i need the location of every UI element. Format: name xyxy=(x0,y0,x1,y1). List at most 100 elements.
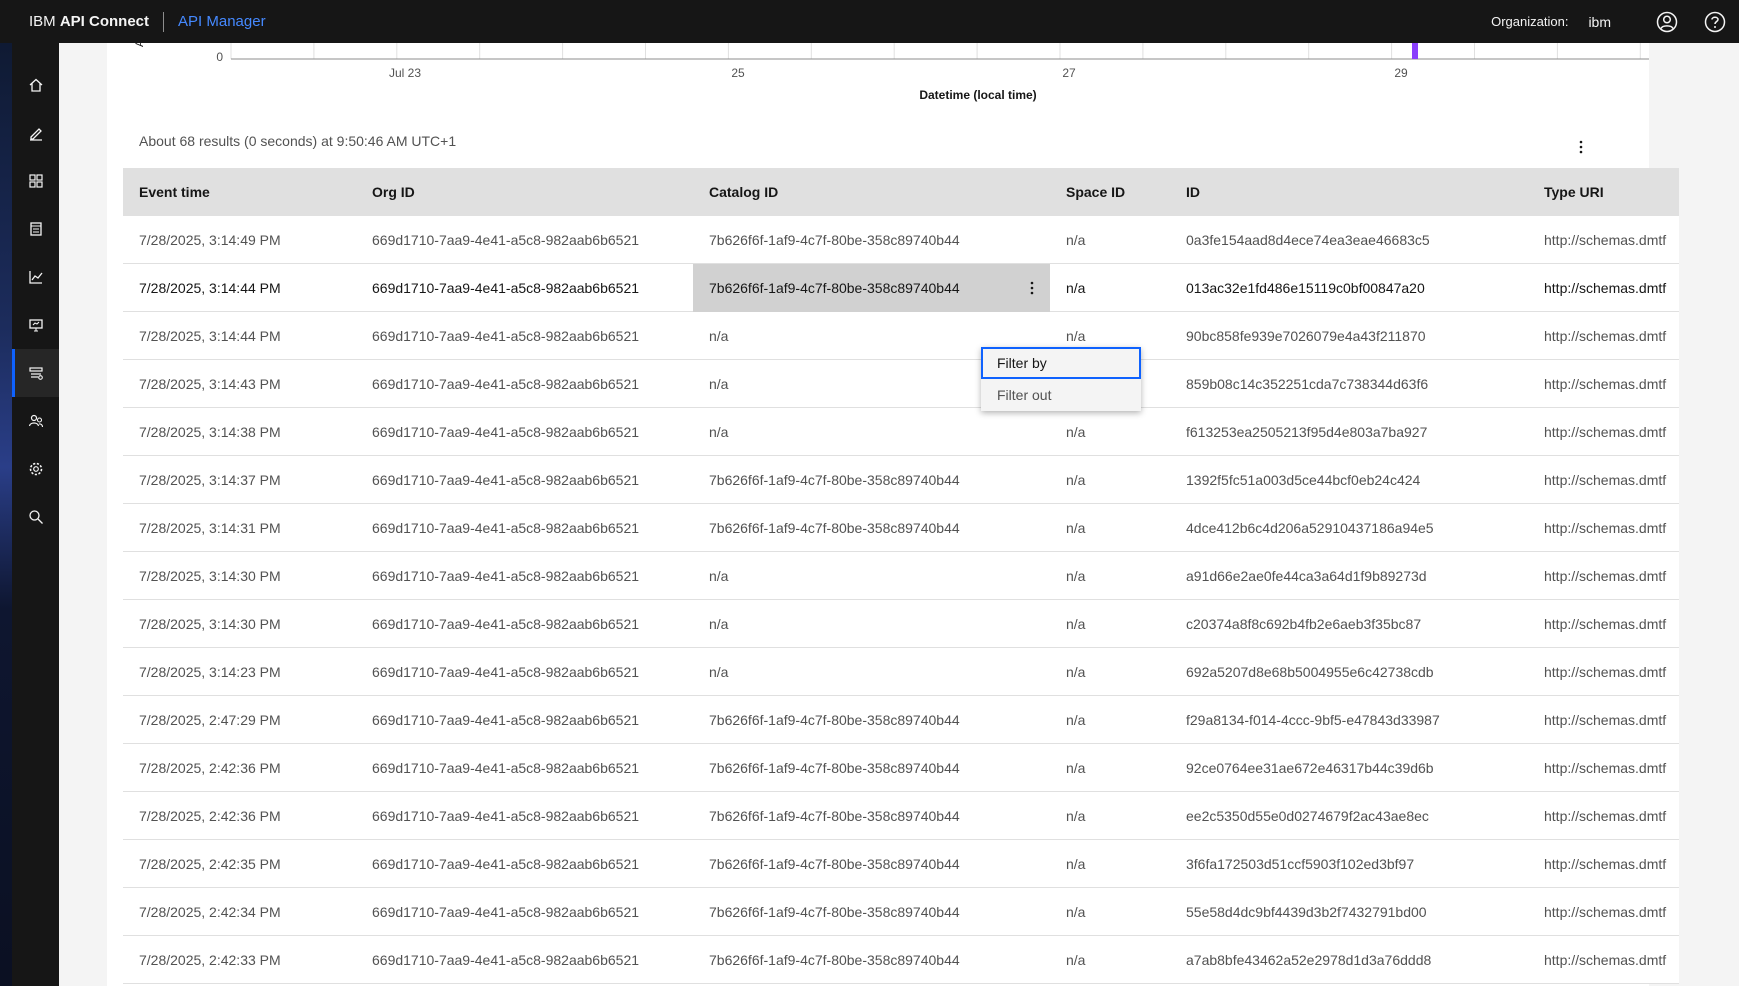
space-id-cell[interactable]: n/a xyxy=(1050,456,1170,504)
event-time-cell[interactable]: 7/28/2025, 3:14:31 PM xyxy=(123,504,356,552)
org-id-cell[interactable]: 669d1710-7aa9-4e41-a5c8-982aab6b6521 xyxy=(356,600,693,648)
product-name[interactable]: API Manager xyxy=(178,13,266,30)
table-row[interactable]: 7/28/2025, 2:42:36 PM 669d1710-7aa9-4e41-… xyxy=(123,792,1679,840)
id-cell[interactable]: a7ab8bfe43462a52e2978d1d3a76ddd8 xyxy=(1170,936,1528,984)
table-row[interactable]: 7/28/2025, 3:14:38 PM 669d1710-7aa9-4e41-… xyxy=(123,408,1679,456)
type-uri-cell[interactable]: http://schemas.dmtf xyxy=(1528,936,1679,984)
brand-logo[interactable]: IBM API Connect xyxy=(29,13,149,30)
column-header-org-id[interactable]: Org ID xyxy=(356,184,693,200)
id-cell[interactable]: 92ce0764ee31ae672e46317b44c39d6b xyxy=(1170,744,1528,792)
event-time-cell[interactable]: 7/28/2025, 3:14:23 PM xyxy=(123,648,356,696)
catalog-id-cell[interactable]: 7b626f6f-1af9-4c7f-80be-358c89740b44 xyxy=(693,456,1050,504)
org-switcher[interactable]: ibm xyxy=(1588,14,1611,30)
catalog-id-cell[interactable]: 7b626f6f-1af9-4c7f-80be-358c89740b44 xyxy=(693,504,1050,552)
org-id-cell[interactable]: 669d1710-7aa9-4e41-a5c8-982aab6b6521 xyxy=(356,648,693,696)
type-uri-cell[interactable]: http://schemas.dmtf xyxy=(1528,696,1679,744)
type-uri-cell[interactable]: http://schemas.dmtf xyxy=(1528,840,1679,888)
org-id-cell[interactable]: 669d1710-7aa9-4e41-a5c8-982aab6b6521 xyxy=(356,696,693,744)
org-id-cell[interactable]: 669d1710-7aa9-4e41-a5c8-982aab6b6521 xyxy=(356,456,693,504)
cell-overflow-menu-icon[interactable] xyxy=(1014,270,1050,306)
org-id-cell[interactable]: 669d1710-7aa9-4e41-a5c8-982aab6b6521 xyxy=(356,360,693,408)
event-time-cell[interactable]: 7/28/2025, 3:14:49 PM xyxy=(123,216,356,264)
id-cell[interactable]: 1392f5fc51a003d5ce44bcf0eb24c424 xyxy=(1170,456,1528,504)
filter-out-menu-item[interactable]: Filter out xyxy=(981,379,1141,411)
type-uri-cell[interactable]: http://schemas.dmtf xyxy=(1528,312,1679,360)
type-uri-cell[interactable]: http://schemas.dmtf xyxy=(1528,888,1679,936)
space-id-cell[interactable]: n/a xyxy=(1050,744,1170,792)
id-cell[interactable]: f613253ea2505213f95d4e803a7ba927 xyxy=(1170,408,1528,456)
org-id-cell[interactable]: 669d1710-7aa9-4e41-a5c8-982aab6b6521 xyxy=(356,312,693,360)
type-uri-cell[interactable]: http://schemas.dmtf xyxy=(1528,360,1679,408)
table-row[interactable]: 7/28/2025, 3:14:43 PM 669d1710-7aa9-4e41-… xyxy=(123,360,1679,408)
org-id-cell[interactable]: 669d1710-7aa9-4e41-a5c8-982aab6b6521 xyxy=(356,936,693,984)
id-cell[interactable]: 013ac32e1fd486e15119c0bf00847a20 xyxy=(1170,264,1528,312)
monitor-icon[interactable] xyxy=(12,301,59,349)
type-uri-cell[interactable]: http://schemas.dmtf xyxy=(1528,264,1679,312)
space-id-cell[interactable]: n/a xyxy=(1050,552,1170,600)
type-uri-cell[interactable]: http://schemas.dmtf xyxy=(1528,648,1679,696)
catalog-id-cell[interactable]: n/a xyxy=(693,600,1050,648)
event-time-cell[interactable]: 7/28/2025, 2:42:36 PM xyxy=(123,744,356,792)
org-id-cell[interactable]: 669d1710-7aa9-4e41-a5c8-982aab6b6521 xyxy=(356,264,693,312)
event-time-cell[interactable]: 7/28/2025, 2:42:33 PM xyxy=(123,936,356,984)
id-cell[interactable]: f29a8134-f014-4ccc-9bf5-e47843d33987 xyxy=(1170,696,1528,744)
id-cell[interactable]: ee2c5350d55e0d0274679f2ac43ae8ec xyxy=(1170,792,1528,840)
catalog-id-cell[interactable]: 7b626f6f-1af9-4c7f-80be-358c89740b44 xyxy=(693,936,1050,984)
event-time-cell[interactable]: 7/28/2025, 3:14:30 PM xyxy=(123,552,356,600)
catalog-id-cell[interactable]: 7b626f6f-1af9-4c7f-80be-358c89740b44 xyxy=(693,696,1050,744)
space-id-cell[interactable]: n/a xyxy=(1050,408,1170,456)
column-header-id[interactable]: ID xyxy=(1170,184,1528,200)
space-id-cell[interactable]: n/a xyxy=(1050,600,1170,648)
table-row[interactable]: 7/28/2025, 2:47:29 PM 669d1710-7aa9-4e41-… xyxy=(123,696,1679,744)
org-id-cell[interactable]: 669d1710-7aa9-4e41-a5c8-982aab6b6521 xyxy=(356,792,693,840)
table-row[interactable]: 7/28/2025, 3:14:44 PM 669d1710-7aa9-4e41-… xyxy=(123,312,1679,360)
id-cell[interactable]: 692a5207d8e68b5004955e6c42738cdb xyxy=(1170,648,1528,696)
table-overflow-menu-icon[interactable] xyxy=(1565,131,1597,163)
column-header-event-time[interactable]: Event time xyxy=(123,184,356,200)
table-row[interactable]: 7/28/2025, 3:14:30 PM 669d1710-7aa9-4e41-… xyxy=(123,552,1679,600)
org-id-cell[interactable]: 669d1710-7aa9-4e41-a5c8-982aab6b6521 xyxy=(356,552,693,600)
id-cell[interactable]: 3f6fa172503d51ccf5903f102ed3bf97 xyxy=(1170,840,1528,888)
catalog-id-cell[interactable]: 7b626f6f-1af9-4c7f-80be-358c89740b44 xyxy=(693,744,1050,792)
table-row[interactable]: 7/28/2025, 2:42:33 PM 669d1710-7aa9-4e41-… xyxy=(123,936,1679,984)
org-id-cell[interactable]: 669d1710-7aa9-4e41-a5c8-982aab6b6521 xyxy=(356,744,693,792)
table-row[interactable]: 7/28/2025, 3:14:23 PM 669d1710-7aa9-4e41-… xyxy=(123,648,1679,696)
space-id-cell[interactable]: n/a xyxy=(1050,648,1170,696)
event-time-cell[interactable]: 7/28/2025, 2:42:35 PM xyxy=(123,840,356,888)
space-id-cell[interactable]: n/a xyxy=(1050,696,1170,744)
type-uri-cell[interactable]: http://schemas.dmtf xyxy=(1528,456,1679,504)
org-id-cell[interactable]: 669d1710-7aa9-4e41-a5c8-982aab6b6521 xyxy=(356,888,693,936)
catalog-icon[interactable] xyxy=(12,205,59,253)
space-id-cell[interactable]: n/a xyxy=(1050,888,1170,936)
column-header-type-uri[interactable]: Type URI xyxy=(1528,184,1679,200)
event-time-cell[interactable]: 7/28/2025, 2:42:36 PM xyxy=(123,792,356,840)
filter-by-menu-item[interactable]: Filter by xyxy=(981,347,1141,379)
catalog-id-cell[interactable]: 7b626f6f-1af9-4c7f-80be-358c89740b44 xyxy=(693,888,1050,936)
catalog-id-cell[interactable]: 7b626f6f-1af9-4c7f-80be-358c89740b44 xyxy=(693,792,1050,840)
table-row[interactable]: 7/28/2025, 3:14:30 PM 669d1710-7aa9-4e41-… xyxy=(123,600,1679,648)
table-row[interactable]: 7/28/2025, 3:14:31 PM 669d1710-7aa9-4e41-… xyxy=(123,504,1679,552)
id-cell[interactable]: 0a3fe154aad8d4ece74ea3eae46683c5 xyxy=(1170,216,1528,264)
help-icon[interactable] xyxy=(1691,0,1739,43)
event-time-cell[interactable]: 7/28/2025, 3:14:30 PM xyxy=(123,600,356,648)
space-id-cell[interactable]: n/a xyxy=(1050,840,1170,888)
catalog-id-cell[interactable]: n/a xyxy=(693,552,1050,600)
org-id-cell[interactable]: 669d1710-7aa9-4e41-a5c8-982aab6b6521 xyxy=(356,216,693,264)
id-cell[interactable]: 859b08c14c352251cda7c738344d63f6 xyxy=(1170,360,1528,408)
event-time-cell[interactable]: 7/28/2025, 3:14:38 PM xyxy=(123,408,356,456)
table-row[interactable]: 7/28/2025, 3:14:49 PM 669d1710-7aa9-4e41-… xyxy=(123,216,1679,264)
space-id-cell[interactable]: n/a xyxy=(1050,792,1170,840)
catalog-id-cell[interactable]: n/a xyxy=(693,408,1050,456)
org-id-cell[interactable]: 669d1710-7aa9-4e41-a5c8-982aab6b6521 xyxy=(356,408,693,456)
type-uri-cell[interactable]: http://schemas.dmtf xyxy=(1528,216,1679,264)
catalog-id-cell[interactable]: n/a xyxy=(693,648,1050,696)
members-icon[interactable] xyxy=(12,397,59,445)
home-icon[interactable] xyxy=(12,61,59,109)
catalog-id-cell[interactable]: 7b626f6f-1af9-4c7f-80be-358c89740b44 xyxy=(693,216,1050,264)
event-time-cell[interactable]: 7/28/2025, 3:14:43 PM xyxy=(123,360,356,408)
events-icon[interactable] xyxy=(12,349,59,397)
type-uri-cell[interactable]: http://schemas.dmtf xyxy=(1528,504,1679,552)
apps-icon[interactable] xyxy=(12,157,59,205)
id-cell[interactable]: c20374a8f8c692b4fb2e6aeb3f35bc87 xyxy=(1170,600,1528,648)
event-time-cell[interactable]: 7/28/2025, 2:47:29 PM xyxy=(123,696,356,744)
